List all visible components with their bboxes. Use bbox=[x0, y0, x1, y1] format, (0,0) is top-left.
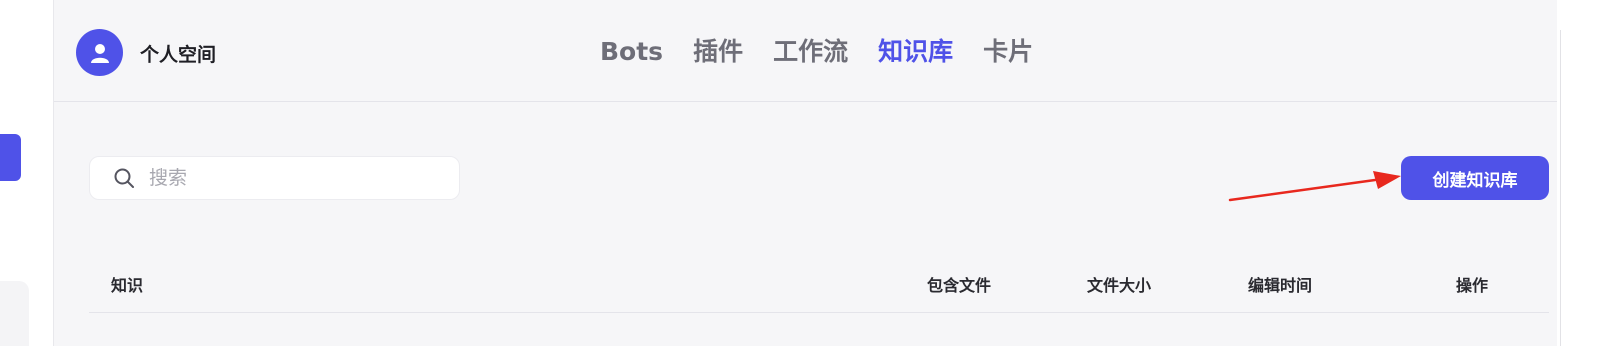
tab-workflows[interactable]: 工作流 bbox=[773, 34, 848, 70]
search-input[interactable] bbox=[147, 166, 441, 190]
tab-plugins[interactable]: 插件 bbox=[693, 34, 743, 70]
column-header-edit-time: 编辑时间 bbox=[1248, 276, 1313, 295]
column-header-knowledge: 知识 bbox=[111, 276, 144, 295]
create-knowledge-base-button[interactable]: 创建知识库 bbox=[1401, 156, 1549, 200]
nav-tabs: Bots 插件 工作流 知识库 卡片 bbox=[600, 34, 1033, 70]
avatar[interactable] bbox=[76, 29, 123, 76]
right-strip bbox=[1557, 0, 1609, 346]
scrollbar-track[interactable] bbox=[1560, 30, 1561, 346]
column-header-file-count: 包含文件 bbox=[927, 276, 992, 295]
search-icon bbox=[113, 167, 135, 189]
top-header: 个人空间 Bots 插件 工作流 知识库 卡片 bbox=[54, 0, 1557, 102]
tab-cards[interactable]: 卡片 bbox=[983, 34, 1033, 70]
sidebar-card[interactable] bbox=[0, 281, 29, 346]
tab-bots[interactable]: Bots bbox=[600, 34, 663, 70]
left-sidebar bbox=[0, 0, 53, 346]
tab-knowledge-base[interactable]: 知识库 bbox=[878, 34, 953, 70]
column-header-actions: 操作 bbox=[1456, 276, 1489, 295]
annotation-arrow-icon bbox=[1228, 171, 1401, 202]
search-box[interactable] bbox=[89, 156, 460, 200]
page: 个人空间 Bots 插件 工作流 知识库 卡片 创建知识库 知识 包含文件 文件… bbox=[0, 0, 1609, 346]
table-header: 知识 包含文件 文件大小 编辑时间 操作 bbox=[89, 258, 1549, 313]
sidebar-active-indicator[interactable] bbox=[0, 134, 21, 181]
user-icon bbox=[90, 43, 109, 63]
column-header-file-size: 文件大小 bbox=[1087, 276, 1152, 295]
workspace-name[interactable]: 个人空间 bbox=[140, 40, 216, 67]
